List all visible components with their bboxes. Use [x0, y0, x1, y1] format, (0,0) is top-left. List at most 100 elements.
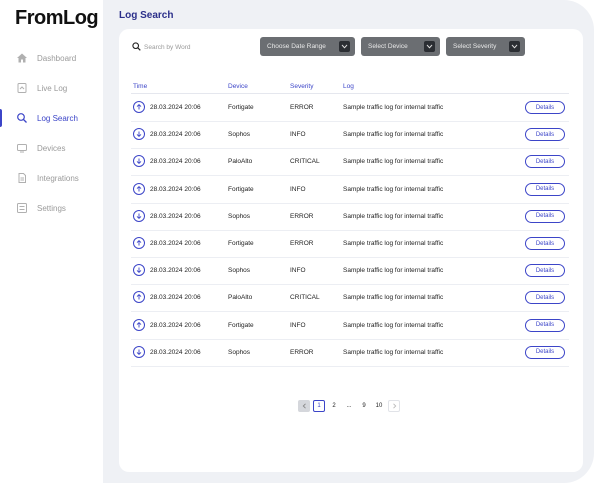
column-header-time[interactable]: Time	[133, 83, 147, 90]
sidebar-item-integrations[interactable]: Integrations	[0, 168, 103, 188]
arrow-up-icon	[133, 101, 145, 113]
cell-time: 28.03.2024 20:06	[150, 348, 201, 356]
cell-time: 28.03.2024 20:06	[150, 267, 201, 275]
table-row: 28.03.2024 20:06 Fortigate ERROR Sample tra…	[131, 95, 569, 122]
severity-label: Select Severity	[453, 43, 497, 50]
table-row: 28.03.2024 20:06 Sophos INFO Sample traffic…	[131, 122, 569, 150]
cell-device: Sophos	[228, 348, 251, 356]
sidebar-item-settings[interactable]: Settings	[0, 198, 103, 218]
cell-device: Fortigate	[228, 185, 254, 193]
pagination-page[interactable]: 9	[358, 400, 370, 412]
cell-time: 28.03.2024 20:06	[150, 158, 201, 166]
cell-time: 28.03.2024 20:06	[150, 212, 201, 220]
active-indicator	[0, 109, 2, 127]
chevron-down-icon	[339, 41, 350, 52]
cell-log: Sample traffic log for internal traffic	[343, 240, 444, 247]
cell-time: 28.03.2024 20:06	[150, 240, 201, 247]
sidebar-item-label: Settings	[37, 203, 66, 213]
cell-device: Fortigate	[228, 321, 254, 329]
cell-severity: CRITICAL	[290, 294, 320, 302]
app-window: FromLog Dashboard Live Log Log Search De…	[0, 0, 594, 483]
table-row: 28.03.2024 20:06 Fortigate INFO Sample traf…	[131, 177, 569, 204]
cell-time: 28.03.2024 20:06	[150, 185, 201, 193]
sidebar-item-label: Integrations	[37, 173, 79, 183]
details-button[interactable]: Details	[525, 128, 565, 142]
page-title: Log Search	[119, 10, 174, 21]
logo: FromLog	[15, 7, 99, 29]
cell-log: Sample traffic log for internal traffic	[343, 212, 444, 220]
details-button[interactable]: Details	[525, 345, 565, 359]
cell-severity: INFO	[290, 321, 306, 329]
cell-log: Sample traffic log for internal traffic	[343, 348, 444, 356]
column-header-log[interactable]: Log	[343, 83, 354, 90]
pagination-next-button[interactable]	[388, 400, 400, 412]
main-content: Log Search Search by Word Choose Date Ra…	[103, 0, 594, 483]
arrow-up-icon	[133, 182, 145, 195]
details-button[interactable]: Details	[525, 101, 565, 114]
details-button[interactable]: Details	[525, 182, 565, 196]
details-button[interactable]: Details	[525, 209, 565, 223]
cell-device: Fortigate	[228, 240, 254, 247]
details-button[interactable]: Details	[525, 318, 565, 332]
table-row: 28.03.2024 20:06 Sophos ERROR Sample traffi…	[131, 204, 569, 231]
header-divider	[131, 93, 569, 94]
sidebar-item-label: Dashboard	[37, 53, 77, 63]
date-range-dropdown[interactable]: Choose Date Range	[260, 37, 355, 56]
device-dropdown[interactable]: Select Device	[361, 37, 440, 56]
table-row: 28.03.2024 20:06 Fortigate INFO Sample traf…	[131, 313, 569, 340]
chevron-down-icon	[509, 41, 520, 52]
chevron-left-icon	[302, 403, 306, 409]
cell-severity: INFO	[290, 185, 306, 193]
cell-severity: ERROR	[290, 240, 314, 247]
details-button[interactable]: Details	[525, 264, 565, 278]
sidebar-item-live-log[interactable]: Live Log	[0, 78, 103, 98]
chevron-right-icon	[392, 403, 396, 409]
arrow-down-icon	[133, 128, 145, 141]
date-range-label: Choose Date Range	[267, 43, 326, 50]
cell-device: PaloAlto	[228, 158, 253, 166]
chevron-down-icon	[424, 41, 435, 52]
pagination-page[interactable]: 2	[328, 400, 340, 412]
cell-device: Sophos	[228, 212, 251, 220]
cell-severity: ERROR	[290, 348, 314, 356]
pagination-page[interactable]: 10	[373, 400, 385, 412]
column-header-severity[interactable]: Severity	[290, 83, 313, 90]
sidebar-item-dashboard[interactable]: Dashboard	[0, 48, 103, 68]
cell-log: Sample traffic log for internal traffic	[343, 294, 444, 302]
cell-device: Sophos	[228, 267, 251, 275]
cell-device: Fortigate	[228, 104, 254, 111]
details-button[interactable]: Details	[525, 291, 565, 305]
log-search-card: Search by Word Choose Date Range Select …	[119, 29, 583, 472]
table-row: 28.03.2024 20:06 Sophos INFO Sample traffic…	[131, 258, 569, 286]
cell-severity: CRITICAL	[290, 158, 320, 166]
sidebar-item-devices[interactable]: Devices	[0, 138, 103, 158]
arrow-up-icon	[133, 291, 145, 304]
integrations-icon	[16, 172, 28, 184]
arrow-up-icon	[133, 237, 145, 249]
sidebar-item-label: Devices	[37, 143, 66, 153]
cell-severity: INFO	[290, 131, 306, 139]
live-log-icon	[16, 82, 28, 94]
pagination-page[interactable]: 1	[313, 400, 325, 412]
sidebar-item-label: Log Search	[37, 113, 78, 123]
arrow-down-icon	[133, 155, 145, 168]
cell-device: PaloAlto	[228, 294, 253, 302]
cell-log: Sample traffic log for internal traffic	[343, 267, 444, 275]
cell-severity: ERROR	[290, 212, 314, 220]
column-header-device[interactable]: Device	[228, 83, 248, 90]
details-button[interactable]: Details	[525, 155, 565, 169]
cell-device: Sophos	[228, 131, 251, 139]
pagination: 1 2 ... 9 10	[298, 400, 403, 412]
search-icon	[16, 112, 28, 124]
arrow-down-icon	[133, 345, 145, 358]
details-button[interactable]: Details	[525, 237, 565, 250]
table-row: 28.03.2024 20:06 PaloAlto CRITICAL Sample t…	[131, 149, 569, 177]
search-input[interactable]: Search by Word	[132, 38, 190, 56]
cell-log: Sample traffic log for internal traffic	[343, 321, 444, 329]
severity-dropdown[interactable]: Select Severity	[446, 37, 525, 56]
cell-log: Sample traffic log for internal traffic	[343, 158, 444, 166]
sidebar-item-log-search[interactable]: Log Search	[0, 108, 103, 128]
table-row: 28.03.2024 20:06 Sophos ERROR Sample traffi…	[131, 340, 569, 367]
pagination-prev-button[interactable]	[298, 400, 310, 412]
cell-log: Sample traffic log for internal traffic	[343, 104, 444, 111]
